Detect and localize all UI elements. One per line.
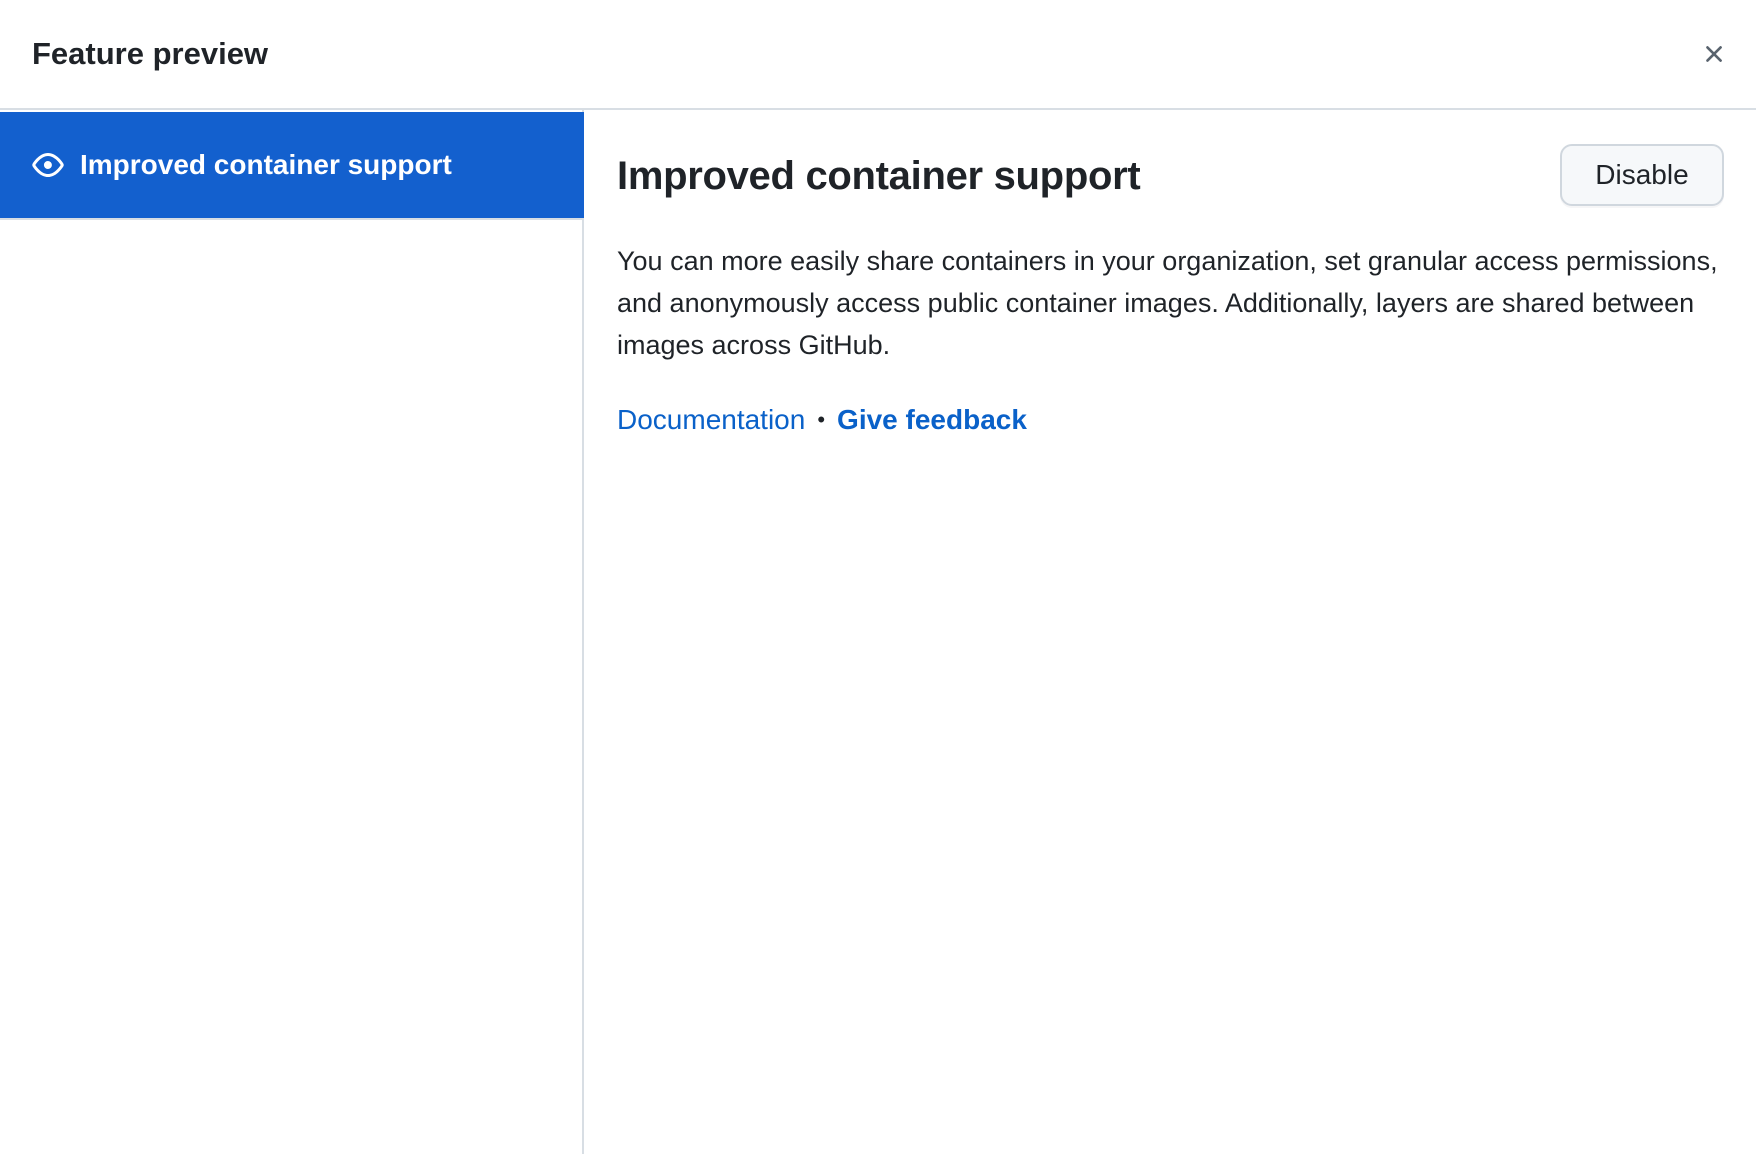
documentation-link[interactable]: Documentation [617,400,805,440]
feature-links: Documentation • Give feedback [617,400,1027,440]
link-separator: • [817,407,826,432]
feature-detail: Improved container support Disable You c… [584,110,1756,1154]
sidebar-divider [0,218,582,220]
feature-description: You can more easily share containers in … [617,246,1718,360]
sidebar-item-label: Improved container support [80,149,452,180]
close-icon [1706,46,1722,62]
feature-list: Improved container support [0,110,584,1154]
eye-icon [32,149,64,181]
feature-preview-dialog: Feature preview Improved container suppo… [0,0,1756,1154]
dialog-body: Improved container support Improved cont… [0,110,1756,1154]
sidebar-item-improved-container-support[interactable]: Improved container support [0,112,584,218]
disable-button[interactable]: Disable [1560,144,1724,206]
feature-title: Improved container support [617,154,1141,198]
dialog-header: Feature preview [0,0,1756,110]
close-button[interactable] [1690,30,1738,78]
give-feedback-link[interactable]: Give feedback [837,400,1027,440]
dialog-title: Feature preview [32,36,269,71]
